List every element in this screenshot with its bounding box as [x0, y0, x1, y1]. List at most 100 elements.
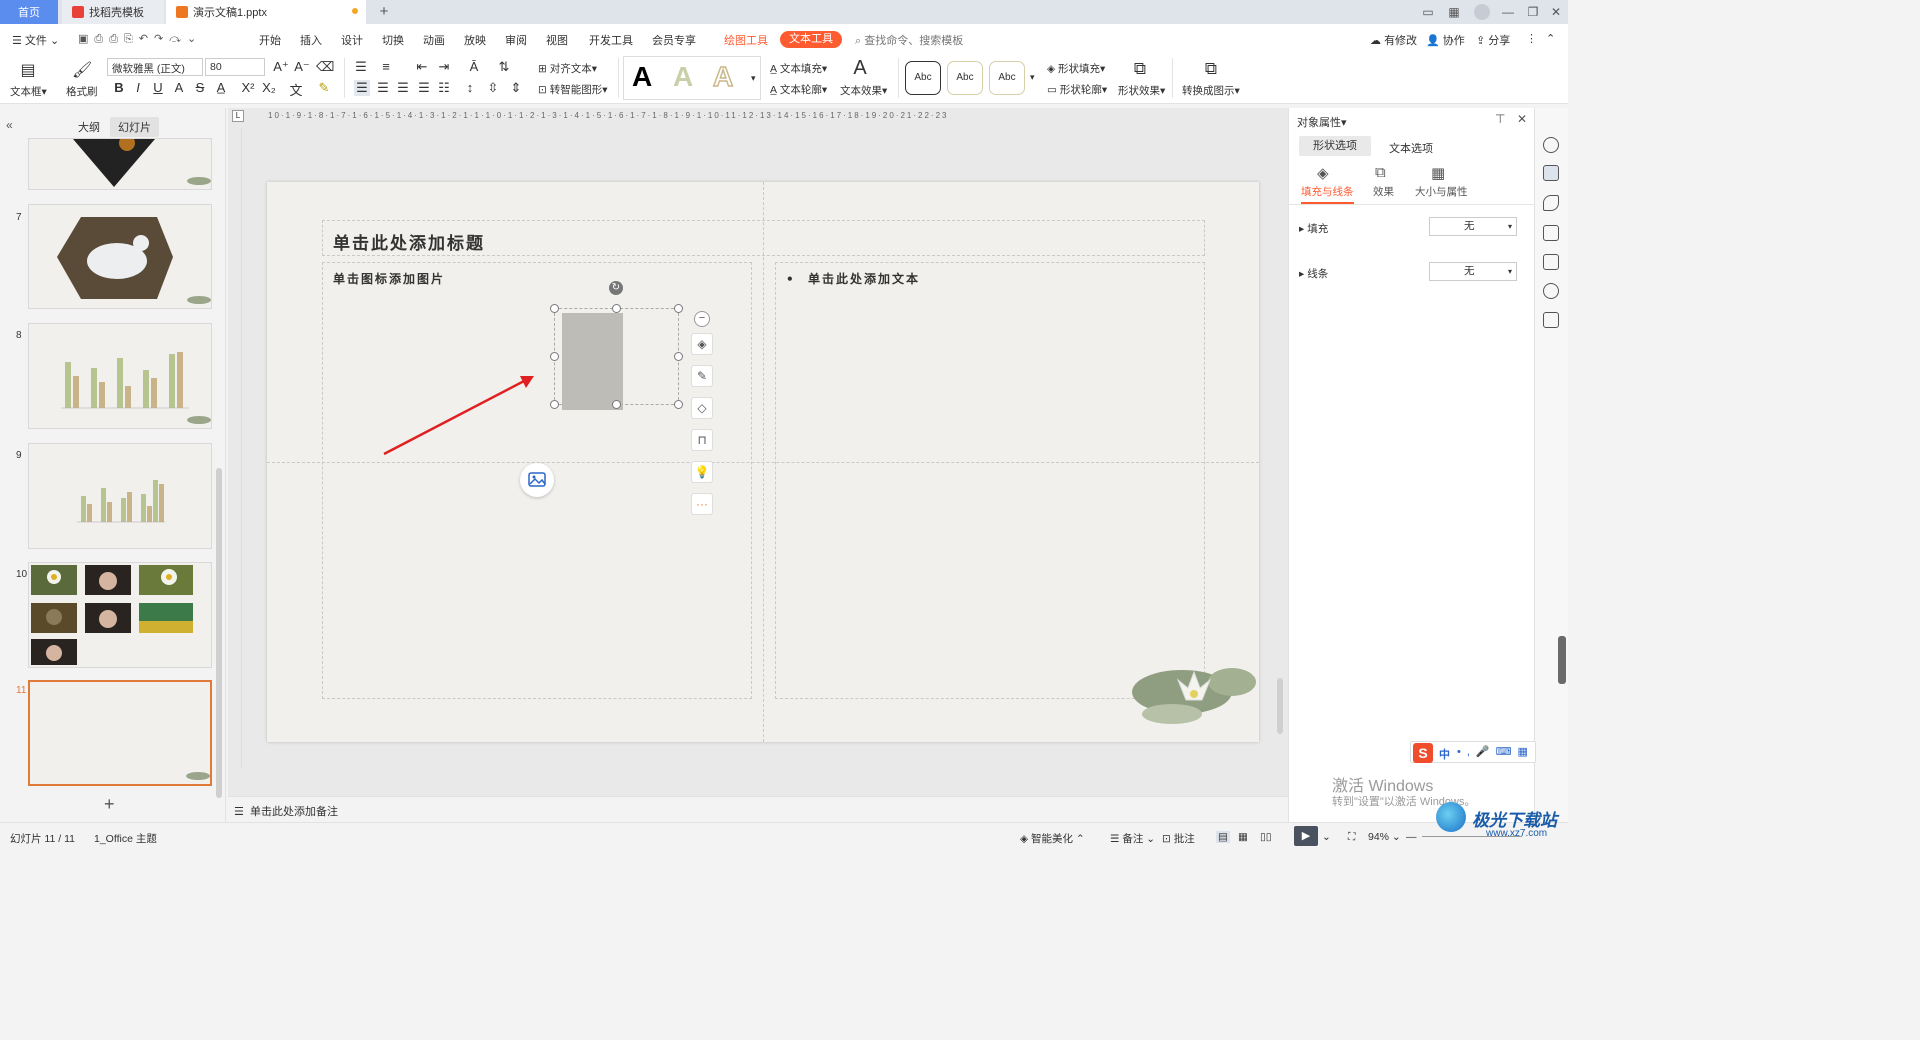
avatar[interactable]: [1474, 4, 1490, 20]
tab-slides[interactable]: 幻灯片: [110, 117, 159, 137]
font-size-select[interactable]: 80: [205, 58, 265, 76]
text-direction-icon[interactable]: Ā: [466, 59, 482, 74]
tab-outline[interactable]: 大纲: [78, 119, 100, 135]
collapse-float-icon[interactable]: −: [694, 311, 710, 327]
text-effect-button[interactable]: 文本效果▾: [840, 83, 887, 98]
menu-view[interactable]: 视图: [546, 32, 568, 48]
convert-diagram-button[interactable]: 转换成图示▾: [1182, 83, 1240, 98]
sorter-view-icon[interactable]: ▦: [1238, 831, 1248, 843]
play-slideshow-button[interactable]: ▶: [1294, 826, 1318, 846]
ime-tools-icon[interactable]: •,🎤⌨▦: [1457, 745, 1534, 758]
font-shrink-icon[interactable]: A⁻: [294, 59, 310, 75]
text-shadow-icon[interactable]: A: [171, 80, 187, 95]
ime-toolbar[interactable]: S 中 •,🎤⌨▦: [1410, 741, 1536, 763]
tab-home[interactable]: 首页: [0, 0, 58, 24]
shape-style-1[interactable]: Abc: [905, 61, 941, 95]
subscript-icon[interactable]: X₂: [261, 80, 277, 95]
menu-developer[interactable]: 开发工具: [589, 32, 633, 48]
menu-slideshow[interactable]: 放映: [464, 32, 486, 48]
shape-effect-button[interactable]: 形状效果▾: [1118, 83, 1165, 98]
pen-icon[interactable]: ✎: [691, 365, 713, 387]
book-icon[interactable]: [1543, 312, 1559, 328]
slide-thumbnail-6[interactable]: [28, 138, 212, 190]
resize-handle-n[interactable]: [612, 304, 621, 313]
insert-picture-button[interactable]: [520, 463, 554, 497]
content-placeholder[interactable]: • 单击此处添加文本: [775, 262, 1205, 699]
zoom-level[interactable]: 94% ⌄: [1368, 831, 1401, 843]
menu-start[interactable]: 开始: [259, 32, 281, 48]
text-fill-button[interactable]: A̲ 文本填充▾: [770, 61, 827, 76]
shape-fill-button[interactable]: ◈ 形状填充▾: [1047, 61, 1105, 76]
fill-select[interactable]: 无 ▾: [1429, 217, 1517, 236]
resize-handle-w[interactable]: [550, 352, 559, 361]
phonetic-icon[interactable]: 文: [288, 80, 304, 99]
subtab-effects[interactable]: 效果: [1373, 184, 1394, 199]
layer-icon[interactable]: ◈: [691, 333, 713, 355]
close-icon[interactable]: ✕: [1548, 4, 1564, 20]
wordart-style-outline[interactable]: A: [712, 60, 734, 93]
smart-shape-button[interactable]: ⊡ 转智能图形▾: [538, 82, 608, 97]
fill-bucket-icon[interactable]: ◇: [691, 397, 713, 419]
para-spacing-icon[interactable]: ⇳: [485, 80, 501, 96]
normal-view-icon[interactable]: ▤: [1216, 831, 1230, 843]
slide-thumbnail-11[interactable]: [28, 680, 212, 786]
search-command[interactable]: ⌕ 查找命令、搜索模板: [855, 32, 963, 48]
line-section-toggle[interactable]: ▸ 线条: [1299, 266, 1328, 281]
strikethrough-icon[interactable]: S: [192, 80, 208, 95]
menu-design[interactable]: 设计: [341, 32, 363, 48]
smart-beautify-button[interactable]: ◈ 智能美化 ⌃: [1020, 831, 1085, 846]
notes-placeholder[interactable]: ☰ 单击此处添加备注: [234, 803, 338, 819]
highlight-icon[interactable]: ✎: [316, 80, 332, 96]
more-vertical-icon[interactable]: ⋮: [1526, 32, 1537, 45]
shape-outline-button[interactable]: ▭ 形状轮廓▾: [1047, 82, 1107, 97]
bullets-icon[interactable]: ☰: [353, 59, 369, 75]
indent-icon[interactable]: ⇥: [436, 59, 452, 75]
resize-handle-nw[interactable]: [550, 304, 559, 313]
outdent-icon[interactable]: ⇤: [414, 59, 430, 75]
tab-text-options[interactable]: 文本选项: [1389, 140, 1433, 156]
minimize-icon[interactable]: —: [1500, 4, 1516, 20]
shape-style-3[interactable]: Abc: [989, 61, 1025, 95]
slide-thumbnail-10[interactable]: [28, 562, 212, 668]
slide-thumbnail-9[interactable]: [28, 443, 212, 549]
subtab-size-properties[interactable]: 大小与属性: [1415, 184, 1468, 199]
align-text-button[interactable]: ⊞ 对齐文本▾: [538, 61, 597, 76]
superscript-icon[interactable]: X²: [240, 80, 256, 95]
distribute-icon[interactable]: ☷: [436, 80, 452, 96]
file-menu[interactable]: ☰ 文件 ⌄: [12, 32, 59, 48]
shape-style-2[interactable]: Abc: [947, 61, 983, 95]
panel-header[interactable]: 对象属性▾: [1297, 114, 1347, 130]
pin-icon[interactable]: ⊤: [1495, 112, 1505, 126]
notes-bar[interactable]: ☰ 单击此处添加备注: [228, 796, 1288, 822]
new-tab-button[interactable]: +: [376, 4, 392, 20]
title-placeholder[interactable]: 单击此处添加标题: [322, 220, 1205, 256]
zoom-out-icon[interactable]: —: [1406, 831, 1417, 843]
align-center-icon[interactable]: ☰: [375, 80, 391, 96]
collapse-ribbon-icon[interactable]: ⌃: [1546, 32, 1555, 45]
justify-icon[interactable]: ☰: [416, 80, 432, 96]
theme-name[interactable]: 1_Office 主题: [94, 831, 157, 846]
subtab-fill-line[interactable]: 填充与线条: [1301, 184, 1354, 204]
menu-drawing-tools[interactable]: 绘图工具: [724, 32, 768, 48]
slide-canvas[interactable]: 单击此处添加标题 单击图标添加图片 • 单击此处添加文本: [267, 182, 1259, 742]
menu-insert[interactable]: 插入: [300, 32, 322, 48]
fit-window-icon[interactable]: ⛶: [1348, 831, 1355, 844]
align-right-icon[interactable]: ☰: [395, 80, 411, 96]
notes-toggle[interactable]: ☰ 备注 ⌄: [1110, 831, 1155, 846]
wordart-style-black[interactable]: A: [632, 61, 652, 93]
underline-icon[interactable]: U: [150, 80, 166, 95]
ime-mode[interactable]: 中: [1439, 746, 1450, 762]
animation-icon[interactable]: [1543, 137, 1559, 153]
align-left-icon[interactable]: ☰: [354, 80, 370, 96]
comments-toggle[interactable]: ⊡ 批注: [1162, 831, 1195, 846]
tab-document[interactable]: 演示文稿1.pptx: [166, 0, 366, 24]
copy-icon[interactable]: [1543, 225, 1559, 241]
image-library-icon[interactable]: [1543, 254, 1559, 270]
clear-format-icon[interactable]: ⌫: [316, 59, 334, 75]
menu-text-tools[interactable]: 文本工具: [780, 31, 842, 48]
format-painter-button[interactable]: 格式刷: [66, 84, 98, 99]
add-slide-button[interactable]: +: [104, 794, 115, 815]
fill-section-toggle[interactable]: ▸ 填充: [1299, 221, 1328, 236]
lightbulb-icon[interactable]: 💡: [691, 461, 713, 483]
has-changes-button[interactable]: ☁ 有修改: [1370, 32, 1417, 48]
